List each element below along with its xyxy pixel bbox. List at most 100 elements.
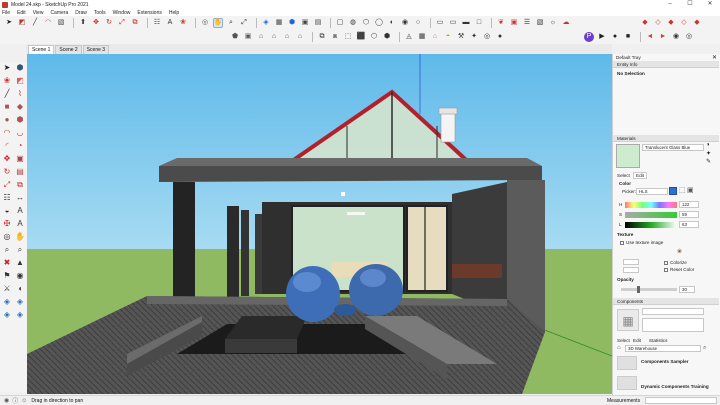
zoom-window-icon[interactable]: ⌕ (14, 244, 26, 256)
styles-icon[interactable]: ▧ (535, 18, 545, 28)
tape-measure-icon[interactable]: ☷ (152, 18, 162, 28)
rotate-icon[interactable]: ↻ (1, 166, 13, 178)
circle-icon[interactable]: ● (1, 114, 13, 126)
pan-tool-icon[interactable]: ✋ (213, 18, 223, 28)
3dtext-icon[interactable]: A (14, 218, 26, 230)
profile-builder-icon[interactable]: P (584, 32, 594, 42)
solid-shell-icon[interactable]: ⬢ (382, 32, 392, 42)
ext-d-icon[interactable]: ◇ (679, 18, 689, 28)
polygon-icon[interactable]: ⬢ (14, 114, 26, 126)
followme-icon[interactable]: ▤ (14, 166, 26, 178)
zoom-tool-icon[interactable]: ⌕ (226, 18, 236, 28)
sandbox-c-icon[interactable]: ◈ (1, 309, 13, 321)
scenes-icon[interactable]: ▣ (509, 18, 519, 28)
dimension-icon[interactable]: ↔ (14, 192, 26, 204)
current-color-chip[interactable] (669, 187, 677, 195)
materials-header[interactable]: Materials (613, 135, 719, 142)
orbit-tool-icon[interactable]: ◎ (200, 18, 210, 28)
saturation-slider[interactable] (625, 212, 677, 218)
component-thumb-sampler[interactable] (617, 356, 637, 370)
sandbox-stamp-icon[interactable]: ◓ (443, 32, 453, 42)
match-screen-icon[interactable]: ▣ (687, 186, 694, 194)
menu-view[interactable]: View (33, 10, 44, 16)
scale-tool-icon[interactable]: ⤢ (117, 18, 127, 28)
textured-icon[interactable]: ◉ (400, 18, 410, 28)
maximize-button[interactable]: ☐ (680, 0, 700, 9)
menu-edit[interactable]: Edit (17, 10, 26, 16)
section-cut-icon[interactable]: ▭ (448, 18, 458, 28)
texture-browse-icon[interactable]: ❀ (677, 248, 682, 255)
shape-tool-icon[interactable]: ▧ (56, 18, 66, 28)
axes-icon[interactable]: ✠ (1, 218, 13, 230)
sandbox-smoove-icon[interactable]: ⌂ (430, 32, 440, 42)
solid-trim-icon[interactable]: ⬛ (356, 32, 366, 42)
sandbox-flip-icon[interactable]: ◎ (482, 32, 492, 42)
tape-icon[interactable]: ☷ (1, 192, 13, 204)
camera-icon[interactable]: ◉ (671, 32, 681, 42)
eraser-tool-icon[interactable]: ◩ (17, 18, 27, 28)
menu-help[interactable]: Help (169, 10, 179, 16)
create-material-icon[interactable]: ✦ (706, 150, 711, 157)
shaded-icon[interactable]: ◐ (387, 18, 397, 28)
orbit-icon[interactable]: ◎ (1, 231, 13, 243)
protractor-icon[interactable]: ◒ (1, 205, 13, 217)
opacity-value-field[interactable]: 30 (679, 286, 695, 293)
text-icon[interactable]: A (14, 205, 26, 217)
menu-file[interactable]: File (2, 10, 10, 16)
rotated-rect-icon[interactable]: ◆ (14, 101, 26, 113)
solid-subtract-icon[interactable]: ⧈ (330, 32, 340, 42)
section-icon[interactable]: ◖ (14, 283, 26, 295)
ext-e-icon[interactable]: ◆ (692, 18, 702, 28)
sandbox-drape-icon[interactable]: ⚒ (456, 32, 466, 42)
component-item-dynamic[interactable]: Dynamic Components Training (641, 384, 709, 389)
material-name-field[interactable]: Translucent Glass Blue (642, 144, 704, 151)
look-around-icon[interactable]: ◉ (14, 270, 26, 282)
top-view-icon[interactable]: ▣ (243, 32, 253, 42)
picker-select[interactable]: HLS (636, 188, 668, 195)
sandbox-contours-icon[interactable]: ◬ (404, 32, 414, 42)
offset-tool-icon[interactable]: ⧉ (130, 18, 140, 28)
sandbox-scratch-icon[interactable]: ▦ (417, 32, 427, 42)
geo-location-icon[interactable]: ◉ (4, 397, 9, 404)
materials-tab-select[interactable]: Select (617, 173, 630, 178)
record-icon[interactable]: ● (610, 32, 620, 42)
menu-draw[interactable]: Draw (75, 10, 87, 16)
component-nav-icon[interactable]: ⌂ (617, 345, 621, 351)
credits-icon[interactable]: ⓘ (12, 396, 18, 405)
components-header[interactable]: Components (613, 298, 719, 305)
component-search-field[interactable]: 3D Warehouse (625, 345, 701, 352)
select-icon[interactable]: ➤ (1, 62, 13, 74)
match-color-icon[interactable]: ⬚ (679, 186, 686, 194)
previous-icon[interactable]: ▲ (14, 257, 26, 269)
zoom-extents-icon[interactable]: ⤢ (239, 18, 249, 28)
zoom-extents-left-icon[interactable]: ✖ (1, 257, 13, 269)
pie-icon[interactable]: ◔ (14, 140, 26, 152)
model-viewport[interactable] (27, 54, 612, 394)
pan-icon[interactable]: ✋ (14, 231, 26, 243)
eyedropper-icon[interactable]: ✎ (706, 158, 711, 165)
ext-c-icon[interactable]: ◆ (666, 18, 676, 28)
3pt-arc-icon[interactable]: ◜ (1, 140, 13, 152)
minimize-button[interactable]: – (660, 0, 680, 9)
walk-icon[interactable]: ◎ (684, 32, 694, 42)
use-texture-checkbox[interactable] (620, 241, 624, 245)
l-value-field[interactable]: 63 (679, 221, 699, 228)
scene-tab-3[interactable]: Scene 3 (82, 45, 110, 54)
display-sections-icon[interactable]: □ (474, 18, 484, 28)
components-tab-statistics[interactable]: Statistics (649, 338, 667, 343)
component-item-sampler[interactable]: Components Sampler (641, 359, 688, 364)
pushpull-icon[interactable]: ▣ (14, 153, 26, 165)
back-edges-icon[interactable]: ◍ (348, 18, 358, 28)
move-tool-icon[interactable]: ✥ (91, 18, 101, 28)
layout-icon[interactable]: ▣ (300, 18, 310, 28)
wireframe-icon[interactable]: ⬡ (361, 18, 371, 28)
opacity-slider-thumb[interactable] (637, 286, 640, 293)
texture-height-field[interactable] (623, 267, 639, 273)
hidden-line-icon[interactable]: ◯ (374, 18, 384, 28)
back-view-icon[interactable]: ⌂ (282, 32, 292, 42)
layers-icon[interactable]: ☰ (522, 18, 532, 28)
arc-icon[interactable]: ◠ (1, 127, 13, 139)
ruby-console-icon[interactable]: ▤ (313, 18, 323, 28)
component-search-icon[interactable]: ⌕ (703, 345, 706, 352)
solid-intersect-icon[interactable]: ⬚ (343, 32, 353, 42)
